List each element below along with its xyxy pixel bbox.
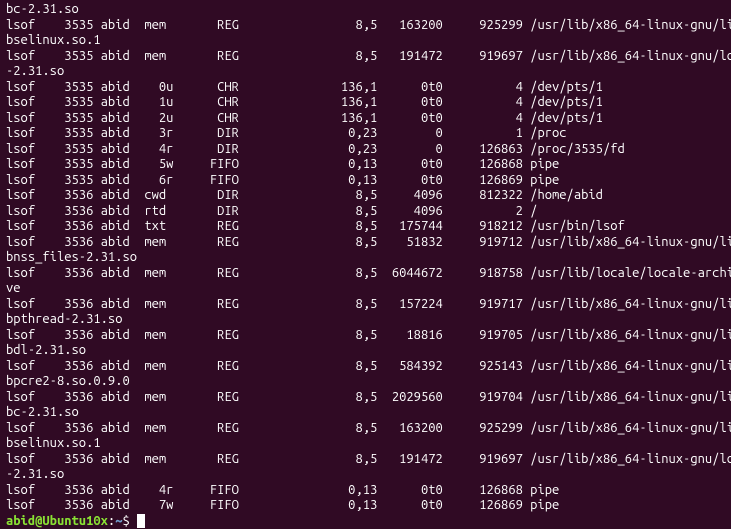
cursor bbox=[137, 514, 145, 528]
prompt-symbol: $ bbox=[122, 514, 129, 528]
terminal-output: bc-2.31.so lsof 3535 abid mem REG 8,5 16… bbox=[6, 2, 725, 514]
prompt-user-host: abid@Ubuntu10x bbox=[6, 514, 108, 528]
prompt-line[interactable]: abid@Ubuntu10x:~$ bbox=[6, 514, 725, 529]
